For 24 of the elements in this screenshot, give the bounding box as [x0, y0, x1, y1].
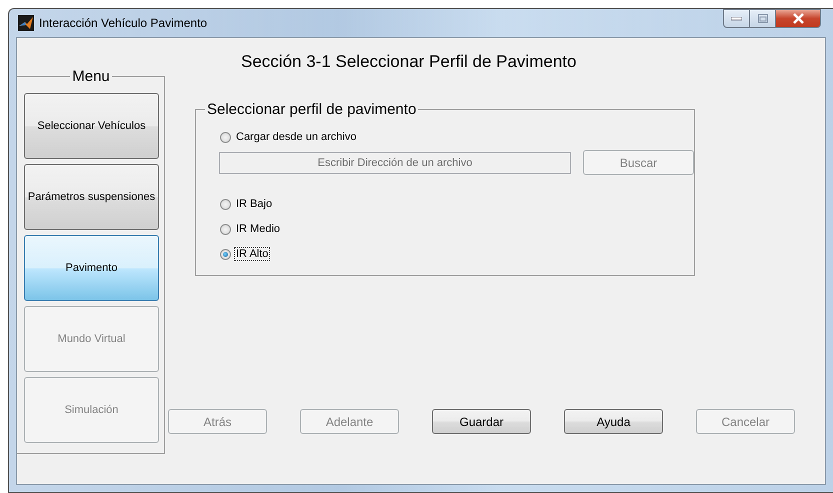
menu-button[interactable]: Parámetros suspensiones — [24, 164, 159, 230]
window-title: Interacción Vehículo Pavimento — [39, 16, 208, 30]
close-button[interactable] — [776, 9, 821, 28]
radio-button[interactable] — [220, 132, 231, 142]
radio-button[interactable] — [220, 198, 231, 210]
menu-button[interactable]: Seleccionar Vehículos — [24, 93, 159, 159]
minimize-button[interactable] — [723, 9, 750, 28]
menu-title: Menu — [72, 68, 110, 84]
action-button[interactable]: Ayuda — [564, 409, 663, 434]
action-button[interactable]: Guardar — [432, 409, 531, 434]
maximize-icon — [758, 14, 768, 23]
menu-button[interactable]: Pavimento — [24, 235, 159, 301]
minimize-icon — [731, 16, 742, 20]
radio-label[interactable]: Cargar desde un archivo — [235, 131, 358, 143]
maximize-button[interactable] — [750, 9, 776, 28]
radio-label[interactable]: IR Medio — [235, 223, 282, 235]
section-heading: Sección 3-1 Seleccionar Perfil de Pavimento — [241, 52, 576, 72]
radio-label[interactable]: IR Alto — [235, 248, 270, 260]
app-logo-icon — [18, 15, 34, 31]
radio-label[interactable]: IR Bajo — [235, 198, 274, 210]
radio-button[interactable] — [220, 224, 231, 234]
group-title: Seleccionar perfil de pavimento — [207, 100, 416, 118]
close-icon — [792, 13, 804, 24]
radio-button[interactable] — [220, 248, 231, 260]
